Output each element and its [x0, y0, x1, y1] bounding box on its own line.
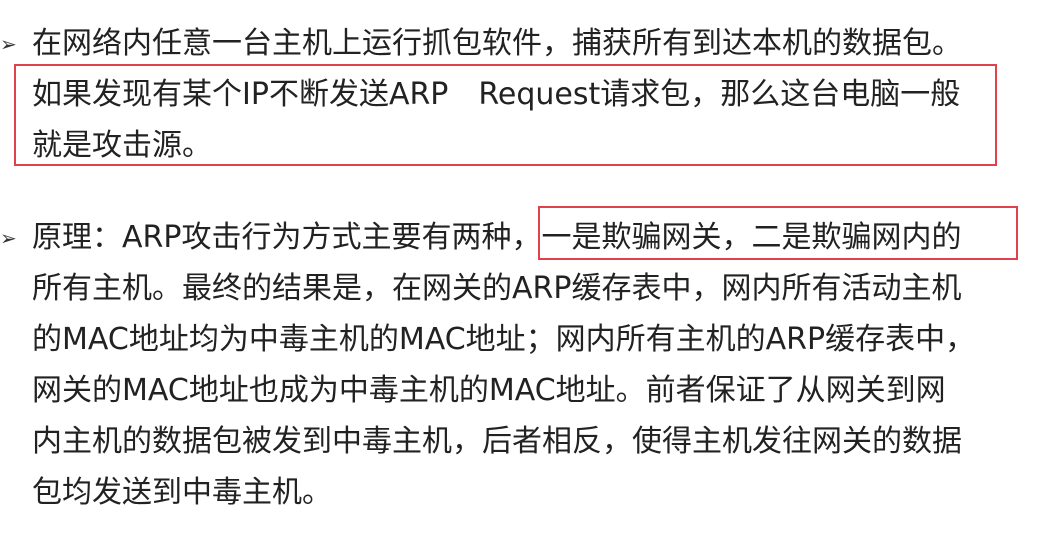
paragraph-arp-principle: 原理：ARP攻击行为方式主要有两种，一是欺骗网关，二是欺骗网内的 所有主机。最终… — [32, 212, 975, 518]
bullet-arrow-icon: ➢ — [0, 32, 17, 56]
paragraph-capture-packets: 在网络内任意一台主机上运行抓包软件，捕获所有到达本机的数据包。 如果发现有某个I… — [32, 18, 962, 171]
paragraph-line: 在网络内任意一台主机上运行抓包软件，捕获所有到达本机的数据包。 — [32, 26, 962, 61]
paragraph-line: 原理：ARP攻击行为方式主要有两种，一是欺骗网关，二是欺骗网内的 — [32, 220, 962, 255]
paragraph-line: 内主机的数据包被发到中毒主机，后者相反，使得主机发往网关的数据 — [32, 424, 962, 459]
bullet-arrow-icon: ➢ — [0, 226, 17, 250]
paragraph-line: 就是攻击源。 — [32, 128, 212, 163]
paragraph-line: 包均发送到中毒主机。 — [32, 475, 332, 510]
paragraph-line: 的MAC地址均为中毒主机的MAC地址；网内所有主机的ARP缓存表中， — [32, 322, 976, 357]
paragraph-line: 如果发现有某个IP不断发送ARP Request请求包，那么这台电脑一般 — [32, 77, 961, 112]
paragraph-line: 网关的MAC地址也成为中毒主机的MAC地址。前者保证了从网关到网 — [32, 373, 946, 408]
paragraph-line: 所有主机。最终的结果是，在网关的ARP缓存表中，网内所有活动主机 — [32, 271, 962, 306]
